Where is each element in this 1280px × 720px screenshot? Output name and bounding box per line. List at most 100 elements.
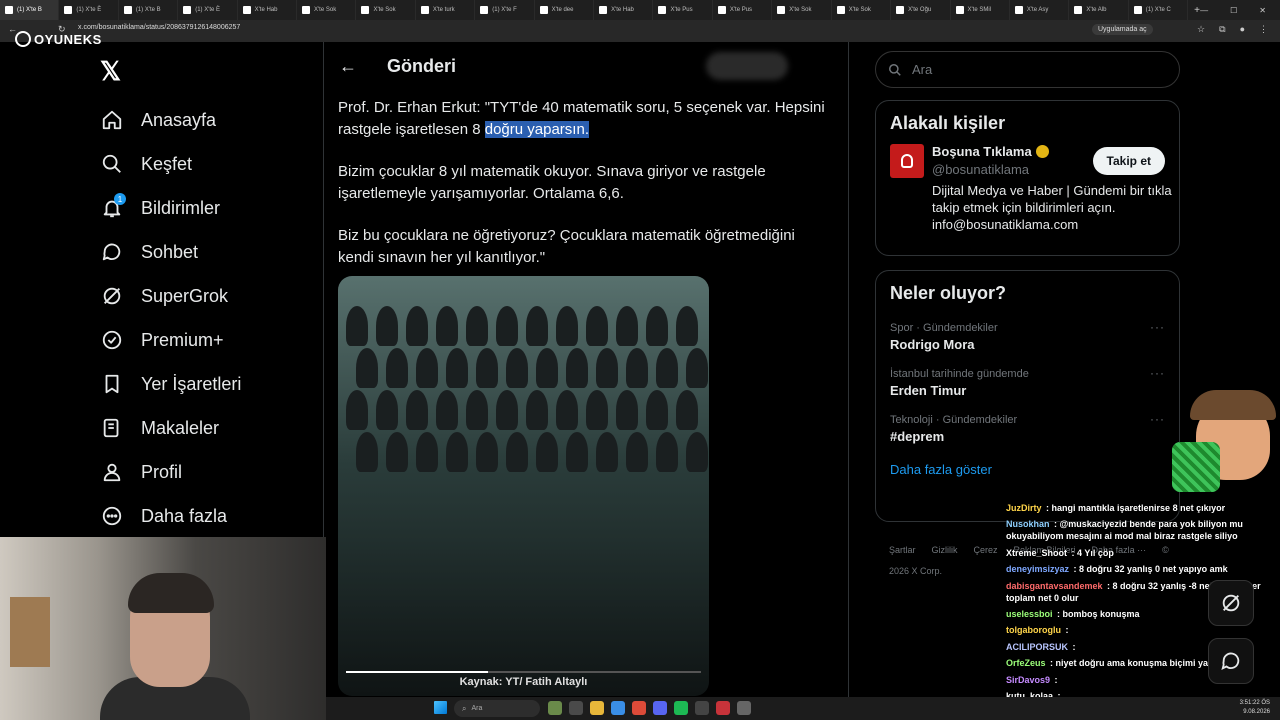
post-video[interactable]: Kaynak: YT/ Fatih Altaylı — [338, 276, 709, 696]
browser-tab[interactable]: (1) X'te B — [119, 0, 179, 20]
trend-name: Erden Timur — [890, 383, 967, 398]
photo-figure — [656, 432, 678, 472]
sidebar-item-grok[interactable]: SuperGrok — [100, 274, 241, 318]
browser-tab[interactable]: (1) X'te C — [1129, 0, 1189, 20]
video-progress-bar[interactable] — [346, 671, 701, 673]
chrome-icon[interactable] — [632, 701, 646, 715]
edge-icon[interactable] — [611, 701, 625, 715]
sidebar-item-chat[interactable]: Sohbet — [100, 230, 241, 274]
browser-tab[interactable]: (1) X'te B — [0, 0, 60, 20]
menu-icon[interactable]: ⋮ — [1259, 24, 1268, 35]
sidebar-item-home[interactable]: Anasayfa — [100, 98, 241, 142]
stream-logo: OYUNEKS — [15, 31, 102, 47]
x-logo-icon[interactable]: 𝕏 — [100, 56, 121, 87]
back-arrow-icon[interactable]: ← — [339, 56, 357, 77]
sidebar-item-label: Yer İşaretleri — [141, 373, 242, 394]
browser-tab[interactable]: X'te Sok — [832, 0, 892, 20]
address-bar: ← ↻ x.com/bosunatiklama/status/208637912… — [0, 20, 1280, 42]
spotify-icon[interactable] — [674, 701, 688, 715]
browser-tab[interactable]: (1) X'te F — [475, 0, 535, 20]
sidebar-item-label: Anasayfa — [141, 109, 217, 130]
browser-tab[interactable]: X'te Alb — [1069, 0, 1129, 20]
photo-figure — [476, 432, 498, 472]
minimize-icon[interactable]: — — [1200, 6, 1208, 15]
more-options-icon[interactable]: ··· — [1150, 320, 1165, 334]
trend-item[interactable]: İstanbul tarihinde gündemde Erden Timur ··… — [876, 360, 1179, 406]
browser-tab[interactable]: X'te Sok — [772, 0, 832, 20]
browser-tab[interactable]: X'te Pus — [653, 0, 713, 20]
chat-username: Nusokhan — [1006, 519, 1050, 530]
messages-float-icon[interactable] — [1208, 638, 1254, 684]
star-icon[interactable]: ☆ — [1197, 24, 1205, 35]
browser-tab[interactable]: X'te turk — [416, 0, 476, 20]
browser-tab[interactable]: (1) X'te È — [59, 0, 119, 20]
more-options-icon[interactable]: ··· — [1150, 412, 1165, 426]
browser-tab[interactable]: X'te Asy — [1010, 0, 1070, 20]
photo-figure — [686, 432, 708, 472]
browser-tab[interactable]: X'te Hab — [238, 0, 298, 20]
trend-item[interactable]: Teknoloji · Gündemdekiler #deprem ··· — [876, 406, 1179, 452]
stream-mascot-icon — [1172, 388, 1280, 500]
verified-icon — [100, 328, 124, 352]
open-in-app-button[interactable]: Uygulamada aç — [1092, 24, 1153, 35]
footer-link[interactable]: Çerez — [974, 545, 998, 555]
sidebar-item-more[interactable]: Daha fazla — [100, 494, 241, 538]
footer-link[interactable]: Şartlar — [889, 545, 916, 555]
browser-tab[interactable]: X'te Sok — [297, 0, 357, 20]
stream-brand-text: OYUNEKS — [34, 31, 102, 47]
more-options-icon[interactable]: ··· — [1150, 366, 1165, 380]
task-view-icon[interactable] — [569, 701, 583, 715]
trend-item[interactable]: Spor · Gündemdekiler Rodrigo Mora ··· — [876, 314, 1179, 360]
sidebar-item-search[interactable]: Keşfet — [100, 142, 241, 186]
show-more-link[interactable]: Daha fazla göster — [876, 452, 1179, 491]
chat-icon — [100, 240, 124, 264]
close-icon[interactable]: ✕ — [1259, 6, 1266, 15]
tab-label: X'te Hab — [254, 7, 278, 13]
grok-float-icon[interactable] — [1208, 580, 1254, 626]
sidebar-item-verified[interactable]: Premium+ — [100, 318, 241, 362]
photo-figure — [586, 306, 608, 346]
file-explorer-icon[interactable] — [590, 701, 604, 715]
browser-tab[interactable]: X'te SMil — [951, 0, 1010, 20]
person-row[interactable]: Boşuna Tıklama @bosunatiklama Dijital Me… — [876, 144, 1179, 233]
x-favicon-icon — [539, 6, 548, 14]
blurred-button[interactable] — [706, 52, 788, 80]
video-caption: Kaynak: YT/ Fatih Altaylı — [459, 676, 588, 688]
browser-tab[interactable]: X'te dee — [535, 0, 595, 20]
discord-icon[interactable] — [653, 701, 667, 715]
sidebar-item-article[interactable]: Makaleler — [100, 406, 241, 450]
follow-button[interactable]: Takip et — [1092, 147, 1165, 175]
photo-figure — [416, 432, 438, 472]
windows-start-icon[interactable] — [434, 701, 447, 714]
browser-tab[interactable]: X'te Oğu — [891, 0, 951, 20]
taskbar-clock[interactable]: 3:51:22 ÖS 9.08.2026 — [1240, 699, 1270, 717]
steam-icon[interactable] — [737, 701, 751, 715]
new-tab-button[interactable]: + — [1188, 5, 1200, 16]
x-favicon-icon — [242, 6, 251, 14]
sidebar-item-bell[interactable]: 1 Bildirimler — [100, 186, 241, 230]
browser-tab[interactable]: X'te Pus — [713, 0, 773, 20]
url-field[interactable]: x.com/bosunatiklama/status/2086379126148… — [78, 24, 240, 31]
browser-tab[interactable]: X'te Hab — [594, 0, 654, 20]
search-input[interactable]: Ara — [875, 51, 1180, 88]
photo-figure — [406, 306, 428, 346]
sidebar-item-profile[interactable]: Profil — [100, 450, 241, 494]
tab-label: X'te Pus — [670, 7, 693, 13]
app-icon[interactable] — [716, 701, 730, 715]
avatar[interactable] — [890, 144, 924, 178]
browser-tab[interactable]: X'te Sok — [356, 0, 416, 20]
chat-message: JuzDirty : hangi mantıkla işaretlenirse … — [1006, 503, 1226, 513]
search-placeholder: Ara — [912, 62, 933, 77]
chat-username: Xtreme_Shoot — [1006, 547, 1068, 558]
footer-link[interactable]: Gizlilik — [932, 545, 958, 555]
obs-icon[interactable] — [695, 701, 709, 715]
browser-tab[interactable]: (1) X'te È — [178, 0, 238, 20]
x-favicon-icon — [896, 6, 905, 14]
widget-icon[interactable] — [548, 701, 562, 715]
profile-avatar-icon[interactable]: ● — [1240, 24, 1245, 35]
extensions-icon[interactable]: ⧉ — [1219, 24, 1225, 35]
maximize-icon[interactable]: ☐ — [1230, 6, 1237, 15]
taskbar-search[interactable]: ⌕ Ara — [454, 700, 540, 717]
tab-label: X'te Pus — [729, 7, 753, 13]
sidebar-item-bookmark[interactable]: Yer İşaretleri — [100, 362, 241, 406]
